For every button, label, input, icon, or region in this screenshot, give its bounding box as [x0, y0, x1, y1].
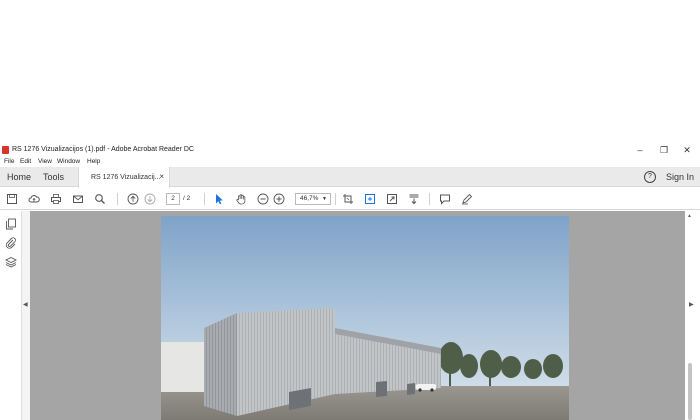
search-icon[interactable]	[93, 192, 107, 206]
document-viewer[interactable]	[30, 211, 685, 420]
window-title: RS 1276 Vizualizacijos (1).pdf - Adobe A…	[12, 146, 194, 153]
zoom-in-icon[interactable]	[272, 192, 286, 206]
menu-bar: File Edit View Window Help	[0, 157, 700, 167]
print-icon[interactable]	[49, 192, 63, 206]
collapse-left-pane-handle[interactable]: ◀	[22, 211, 30, 420]
toolbar: 2 / 2 46,7% ▼	[0, 188, 700, 210]
chevron-left-icon: ◀	[23, 302, 28, 308]
acrobat-icon	[2, 146, 9, 154]
blank-area	[0, 0, 700, 143]
fit-page-icon[interactable]	[363, 192, 377, 206]
attachment-icon[interactable]	[5, 236, 17, 249]
minimize-button[interactable]: –	[630, 144, 650, 156]
help-icon[interactable]: ?	[644, 171, 656, 183]
menu-window[interactable]: Window	[57, 158, 80, 166]
left-navigation-pane	[0, 211, 22, 420]
select-cursor-icon[interactable]	[212, 192, 226, 206]
pdf-page	[161, 216, 569, 420]
tab-home[interactable]: Home	[7, 167, 31, 187]
crop-pages-icon[interactable]	[341, 192, 355, 206]
zoom-level-value: 46,7%	[300, 195, 319, 202]
sign-in-link[interactable]: Sign In	[666, 167, 694, 187]
hand-tool-icon[interactable]	[234, 192, 248, 206]
cloud-upload-icon[interactable]	[27, 192, 41, 206]
tab-tools[interactable]: Tools	[43, 167, 64, 187]
toolbar-divider	[335, 193, 336, 205]
toolbar-divider	[204, 193, 205, 205]
full-screen-icon[interactable]	[385, 192, 399, 206]
highlight-pen-icon[interactable]	[460, 192, 474, 206]
toolbar-divider	[117, 193, 118, 205]
building-rendering-image	[161, 216, 569, 420]
vertical-scrollbar[interactable]: ▲	[687, 211, 693, 420]
comment-icon[interactable]	[438, 192, 452, 206]
title-bar: RS 1276 Vizualizacijos (1).pdf - Adobe A…	[0, 143, 700, 157]
previous-page-icon[interactable]	[126, 192, 140, 206]
toolbar-divider	[429, 193, 430, 205]
email-icon[interactable]	[71, 192, 85, 206]
maximize-button[interactable]: ❐	[654, 144, 674, 156]
tab-close-icon[interactable]: ×	[159, 172, 164, 182]
next-page-icon[interactable]	[143, 192, 157, 206]
close-window-button[interactable]: ✕	[677, 144, 697, 156]
zoom-level-select[interactable]: 46,7% ▼	[295, 193, 331, 205]
menu-view[interactable]: View	[38, 158, 52, 166]
acrobat-window: RS 1276 Vizualizacijos (1).pdf - Adobe A…	[0, 143, 700, 420]
menu-file[interactable]: File	[4, 158, 14, 166]
scroll-mode-icon[interactable]	[407, 192, 421, 206]
menu-help[interactable]: Help	[87, 158, 100, 166]
scroll-up-icon[interactable]: ▲	[687, 213, 692, 219]
menu-edit[interactable]: Edit	[20, 158, 31, 166]
page-number-input[interactable]: 2	[166, 193, 180, 205]
zoom-out-icon[interactable]	[256, 192, 270, 206]
tab-document[interactable]: RS 1276 Vizualizacij... ×	[78, 167, 170, 188]
page-total-label: / 2	[183, 195, 191, 202]
layers-icon[interactable]	[4, 255, 18, 268]
page-thumbnails-icon[interactable]	[5, 217, 17, 230]
chevron-down-icon: ▼	[322, 196, 327, 202]
scrollbar-thumb[interactable]	[688, 363, 692, 420]
save-icon[interactable]	[5, 192, 19, 206]
tab-document-label: RS 1276 Vizualizacij...	[91, 174, 161, 181]
tab-bar: Home Tools RS 1276 Vizualizacij... × ? S…	[0, 167, 700, 188]
